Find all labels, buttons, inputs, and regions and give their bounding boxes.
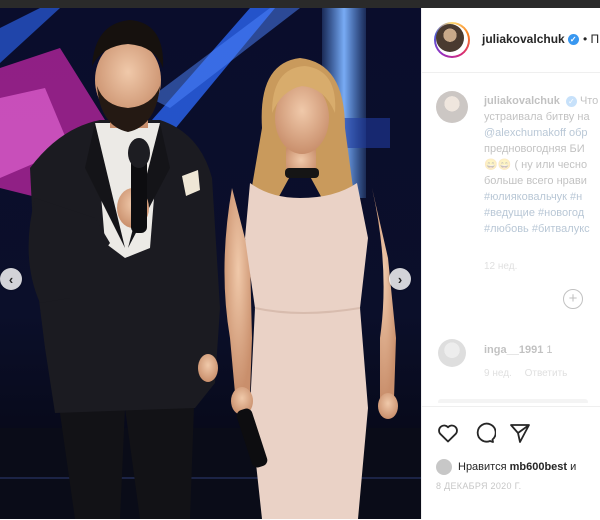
post-actions: Нравится mb600best и 8 ДЕКАБРЯ 2020 Г. bbox=[422, 406, 600, 520]
liker-username-link[interactable]: mb600best bbox=[510, 461, 567, 473]
comment-body: 1 bbox=[546, 344, 553, 356]
caption-line: устраивала битву на bbox=[484, 111, 590, 123]
caption-text: juliakovalchuk ✓ Что устраивала битву на… bbox=[484, 93, 600, 237]
post-date[interactable]: 8 ДЕКАБРЯ 2020 Г. bbox=[436, 481, 521, 491]
load-more-comments-icon[interactable]: + bbox=[563, 289, 583, 309]
comment-meta: 9 нед. Ответить bbox=[484, 368, 577, 379]
browser-top-bar bbox=[0, 0, 600, 8]
header-username-link[interactable]: juliakovalchuk ✓ bbox=[482, 32, 579, 46]
comment-timestamp[interactable]: 9 нед. bbox=[484, 368, 512, 379]
previous-photo-button[interactable]: ‹ bbox=[0, 268, 22, 290]
share-icon[interactable] bbox=[508, 421, 532, 445]
stage-photo-illustration bbox=[0, 8, 421, 519]
next-photo-button[interactable]: › bbox=[389, 268, 411, 290]
chevron-right-icon: › bbox=[397, 271, 403, 287]
avatar bbox=[436, 24, 464, 52]
chevron-left-icon: ‹ bbox=[8, 271, 14, 287]
post-photo[interactable] bbox=[0, 8, 421, 519]
header-username-text: juliakovalchuk bbox=[482, 32, 565, 46]
caption-hashtags[interactable]: #юлияковальчук #н bbox=[484, 189, 600, 205]
caption-hashtags[interactable]: #любовь #битвалукс bbox=[484, 221, 600, 237]
caption-line: предновогодняя БИ bbox=[484, 143, 585, 155]
caption-line: 😄😄 ( ну или чесно bbox=[484, 159, 588, 171]
caption-username-link[interactable]: juliakovalchuk bbox=[484, 95, 560, 107]
verified-badge-icon: ✓ bbox=[567, 34, 579, 46]
follow-link[interactable]: • П bbox=[583, 32, 599, 46]
caption-line: Что bbox=[579, 95, 599, 107]
liker-avatar bbox=[436, 459, 452, 475]
profile-avatar-link[interactable] bbox=[434, 22, 470, 58]
caption-avatar[interactable] bbox=[436, 91, 468, 123]
post-side-panel: juliakovalchuk ✓ • П juliakovalchuk ✓ Что… bbox=[421, 8, 600, 519]
caption-mention-link[interactable]: @alexchumakoff обр bbox=[484, 125, 600, 141]
caption-timestamp[interactable]: 12 нед. bbox=[484, 261, 517, 272]
caption-verified-icon: ✓ bbox=[565, 95, 577, 107]
likes-summary[interactable]: Нравится mb600best и bbox=[436, 459, 600, 477]
comment-text: inga__1991 1 bbox=[484, 344, 553, 356]
caption-line: больше всего нрави bbox=[484, 175, 587, 187]
comments-area: juliakovalchuk ✓ Что устраивала битву на… bbox=[422, 73, 600, 403]
comment-avatar[interactable] bbox=[438, 339, 466, 367]
reply-button[interactable]: Ответить bbox=[525, 368, 568, 379]
comment-username-link[interactable]: inga__1991 bbox=[484, 344, 543, 356]
heart-icon[interactable] bbox=[436, 421, 460, 445]
post-header: juliakovalchuk ✓ • П bbox=[422, 8, 600, 73]
next-comment-placeholder bbox=[438, 399, 588, 403]
likes-suffix: и bbox=[570, 460, 577, 473]
likes-prefix: Нравится bbox=[458, 460, 507, 473]
caption-hashtags[interactable]: #ведущие #новогод bbox=[484, 205, 600, 221]
comment-icon[interactable] bbox=[472, 421, 496, 445]
